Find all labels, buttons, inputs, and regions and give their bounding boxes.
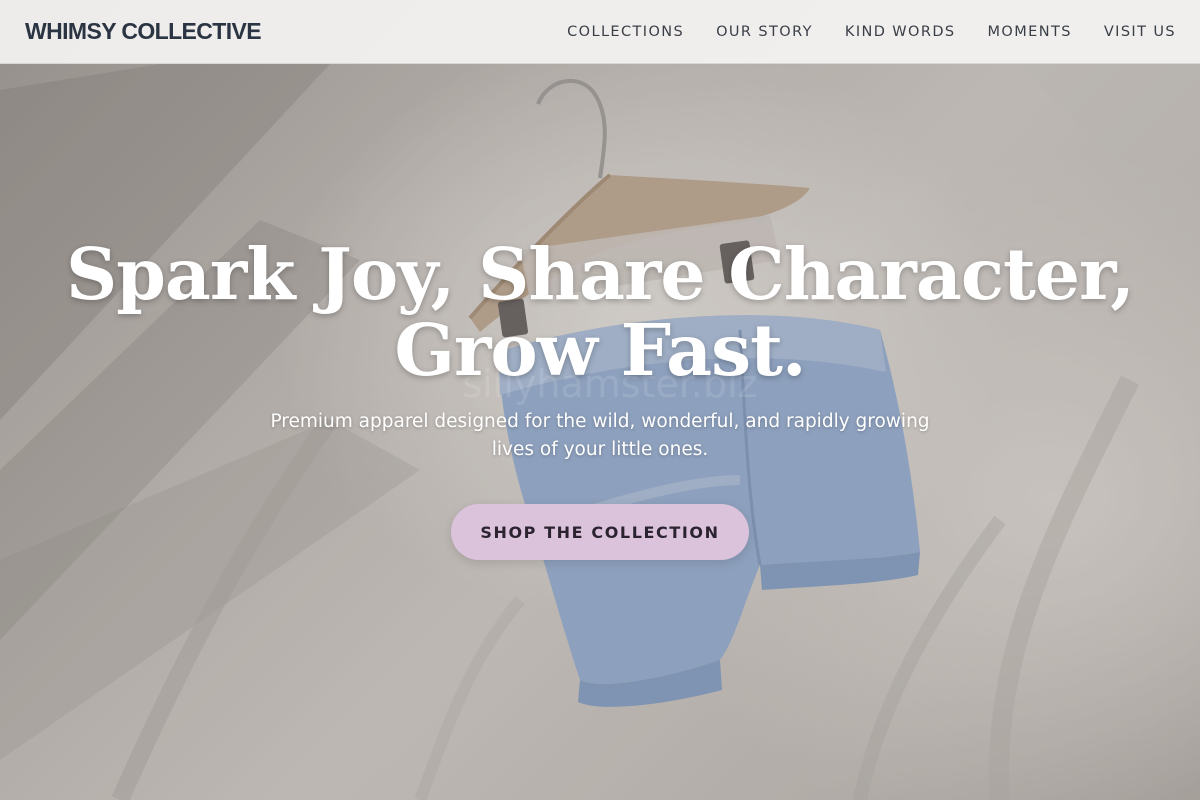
nav-item-collections[interactable]: COLLECTIONS [567, 24, 684, 40]
hero-headline: Spark Joy, Share Character, Grow Fast. [66, 232, 1135, 392]
shop-collection-button[interactable]: SHOP THE COLLECTION [451, 504, 749, 560]
top-navigation: WHIMSY COLLECTIVE COLLECTIONS OUR STORY … [0, 0, 1200, 64]
nav-item-visit-us[interactable]: VISIT US [1104, 24, 1176, 40]
nav-item-moments[interactable]: MOMENTS [988, 24, 1072, 40]
brand-logo[interactable]: WHIMSY COLLECTIVE [25, 18, 262, 45]
nav-item-kind-words[interactable]: KIND WORDS [845, 24, 956, 40]
nav-item-our-story[interactable]: OUR STORY [716, 24, 813, 40]
nav-menu: COLLECTIONS OUR STORY KIND WORDS MOMENTS… [535, 24, 1176, 40]
hero-subtitle: Premium apparel designed for the wild, w… [270, 411, 930, 460]
hero-content: sillyhamster.biz Spark Joy, Share Charac… [0, 0, 1200, 800]
